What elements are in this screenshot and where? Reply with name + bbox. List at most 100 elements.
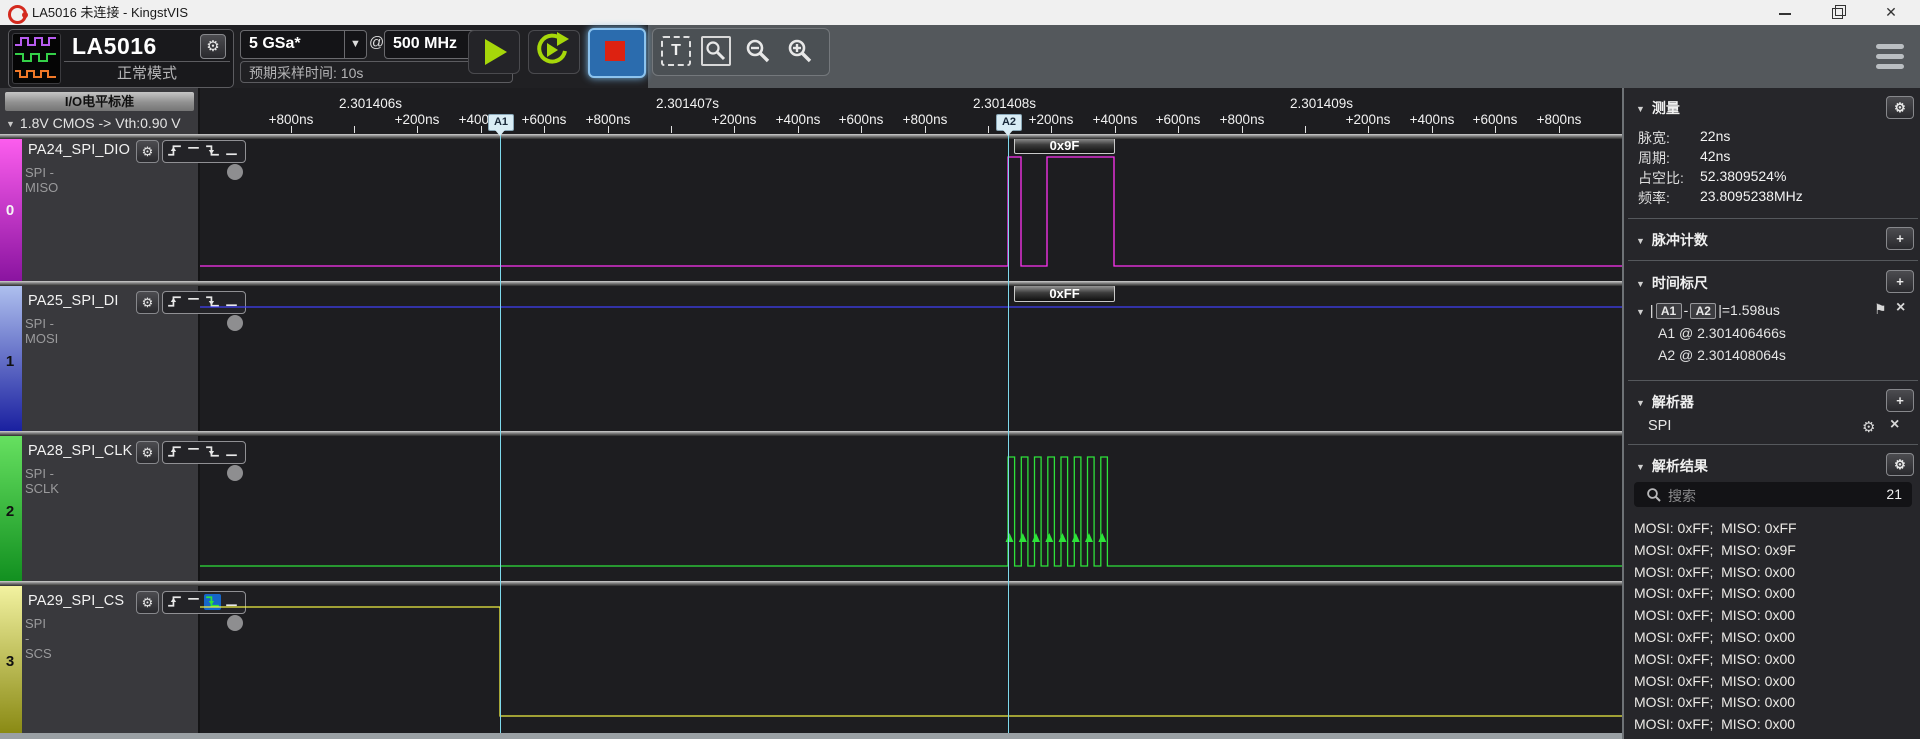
channel-role-label: SPI - SCLK — [25, 466, 59, 496]
waveform-area[interactable] — [200, 88, 1622, 733]
channel-name[interactable]: PA24_SPI_DIO — [28, 142, 130, 158]
time-marker-flag-a1[interactable]: A1 — [488, 114, 514, 131]
measure-label: 占空比: — [1638, 168, 1684, 188]
channel-name[interactable]: PA29_SPI_CS — [28, 593, 124, 609]
start-capture-button[interactable] — [468, 30, 520, 74]
stop-capture-button[interactable] — [588, 28, 646, 78]
sample-depth-value: 5 GSa* — [249, 35, 301, 53]
trigger-buttons-group — [162, 441, 246, 464]
io-level-select[interactable]: ▼1.8V CMOS -> Vth:0.90 V — [6, 113, 181, 133]
channel-divider — [0, 281, 1622, 286]
decoded-result-row[interactable]: MOSI: 0xFF; MISO: 0x00 — [1634, 694, 1920, 716]
trigger-high-level-button[interactable] — [185, 594, 202, 610]
search-input[interactable]: 搜索 21 — [1634, 482, 1912, 507]
time-marker-line-a2[interactable] — [1008, 133, 1009, 733]
decoded-result-row[interactable]: MOSI: 0xFF; MISO: 0x00 — [1634, 673, 1920, 695]
chevron-down-icon[interactable]: ▼ — [344, 31, 366, 58]
trigger-falling-edge-button[interactable] — [204, 444, 221, 460]
channel-settings-gear-icon[interactable]: ⚙ — [136, 441, 159, 464]
measure-label: 脉宽: — [1638, 128, 1670, 148]
side-panel: ▼测量 ⚙ 脉宽: 22ns 周期: 42ns 占空比: 52.3809524%… — [1622, 88, 1920, 739]
decoded-result-row[interactable]: MOSI: 0xFF; MISO: 0xFF — [1634, 520, 1920, 542]
collapse-triangle-icon: ▼ — [1636, 279, 1645, 289]
marker-a1-tag[interactable]: A1 — [1656, 303, 1682, 319]
menu-hamburger-icon[interactable] — [1876, 43, 1904, 71]
decoded-result-row[interactable]: MOSI: 0xFF; MISO: 0x00 — [1634, 716, 1920, 738]
channel-state-dot[interactable] — [227, 465, 243, 481]
trigger-rising-edge-button[interactable] — [166, 594, 183, 610]
zoom-in-button[interactable] — [785, 36, 815, 66]
io-standard-header[interactable]: I/O电平标准 — [5, 92, 194, 111]
trigger-falling-edge-button[interactable] — [204, 594, 221, 610]
delete-ruler-icon[interactable]: × — [1896, 301, 1905, 315]
trigger-low-level-button[interactable] — [223, 444, 240, 460]
marker-a2-tag[interactable]: A2 — [1690, 303, 1716, 319]
trigger-position-tool-button[interactable]: T — [661, 36, 691, 66]
section-time-ruler-header[interactable]: ▼时间标尺 — [1636, 273, 1708, 293]
close-button[interactable]: ✕ — [1874, 0, 1908, 25]
section-measure-header[interactable]: ▼测量 — [1636, 98, 1680, 118]
channel-state-dot[interactable] — [227, 315, 243, 331]
trigger-rising-edge-button[interactable] — [166, 143, 183, 159]
decoded-result-row[interactable]: MOSI: 0xFF; MISO: 0x00 — [1634, 651, 1920, 673]
toolbar: LA5016 ⚙ 正常模式 5 GSa* ▼ @ 500 MHz ▼ 预期采样时… — [0, 25, 1920, 88]
add-decoder-button[interactable]: + — [1886, 389, 1914, 412]
repeat-capture-button[interactable] — [528, 30, 580, 74]
time-marker-flag-a2[interactable]: A2 — [996, 114, 1022, 131]
measure-label: 周期: — [1638, 148, 1670, 168]
trigger-low-level-button[interactable] — [223, 294, 240, 310]
trigger-high-level-button[interactable] — [185, 143, 202, 159]
section-pulse-count-header[interactable]: ▼脉冲计数 — [1636, 230, 1708, 250]
zoom-tools-group: T — [652, 28, 830, 76]
pin-icon[interactable]: ⚑ — [1874, 301, 1887, 318]
axis-tick-mark — [481, 126, 482, 133]
decoded-result-row[interactable]: MOSI: 0xFF; MISO: 0x00 — [1634, 607, 1920, 629]
add-time-ruler-button[interactable]: + — [1886, 270, 1914, 293]
decoded-result-row[interactable]: MOSI: 0xFF; MISO: 0x00 — [1634, 629, 1920, 651]
horizontal-scrollbar[interactable] — [0, 733, 1622, 739]
device-logo — [12, 33, 61, 84]
sample-depth-select[interactable]: 5 GSa* ▼ — [240, 30, 367, 59]
trigger-buttons-group — [162, 140, 246, 163]
zoom-to-selection-button[interactable] — [701, 36, 731, 66]
channel-name[interactable]: PA28_SPI_CLK — [28, 443, 133, 459]
decoder-settings-gear-icon[interactable]: ⚙ — [1862, 418, 1875, 436]
restore-button[interactable] — [1820, 0, 1854, 25]
channel-settings-gear-icon[interactable]: ⚙ — [136, 591, 159, 614]
trigger-high-level-button[interactable] — [185, 294, 202, 310]
trigger-low-level-button[interactable] — [223, 594, 240, 610]
axis-minor-tick-label: +400ns — [1083, 112, 1147, 127]
channel-settings-gear-icon[interactable]: ⚙ — [136, 140, 159, 163]
axis-tick-mark — [291, 126, 292, 133]
zoom-out-button[interactable] — [743, 36, 773, 66]
measure-settings-gear-icon[interactable]: ⚙ — [1886, 96, 1914, 119]
device-settings-gear-icon[interactable]: ⚙ — [200, 34, 226, 59]
trigger-low-level-button[interactable] — [223, 143, 240, 159]
section-results-header[interactable]: ▼解析结果 — [1636, 456, 1708, 476]
channel-state-dot[interactable] — [227, 164, 243, 180]
trigger-high-level-button[interactable] — [185, 444, 202, 460]
decoded-result-row[interactable]: MOSI: 0xFF; MISO: 0x00 — [1634, 585, 1920, 607]
capture-mode-label[interactable]: 正常模式 — [64, 62, 230, 85]
channel-number: 3 — [0, 653, 20, 670]
section-decoder-header[interactable]: ▼解析器 — [1636, 392, 1694, 412]
decoded-result-row[interactable]: MOSI: 0xFF; MISO: 0x9F — [1634, 542, 1920, 564]
add-pulse-counter-button[interactable]: + — [1886, 227, 1914, 250]
channel-name[interactable]: PA25_SPI_DI — [28, 293, 119, 309]
time-marker-line-a1[interactable] — [500, 133, 501, 733]
results-settings-gear-icon[interactable]: ⚙ — [1886, 453, 1914, 476]
channel-number: 1 — [0, 353, 20, 370]
trigger-falling-edge-button[interactable] — [204, 143, 221, 159]
trigger-rising-edge-button[interactable] — [166, 444, 183, 460]
ruler-expression[interactable]: ▼|A1-A2|=1.598us — [1636, 302, 1780, 319]
axis-tick-mark — [1495, 126, 1496, 133]
channel-settings-gear-icon[interactable]: ⚙ — [136, 291, 159, 314]
delete-decoder-icon[interactable]: × — [1890, 418, 1899, 432]
decoder-spi-item[interactable]: SPI — [1648, 418, 1671, 434]
decoded-result-row[interactable]: MOSI: 0xFF; MISO: 0x00 — [1634, 564, 1920, 586]
minimize-button[interactable] — [1768, 0, 1802, 25]
trigger-rising-edge-button[interactable] — [166, 294, 183, 310]
axis-tick-mark — [1305, 126, 1306, 133]
trigger-falling-edge-button[interactable] — [204, 294, 221, 310]
channel-state-dot[interactable] — [227, 615, 243, 631]
